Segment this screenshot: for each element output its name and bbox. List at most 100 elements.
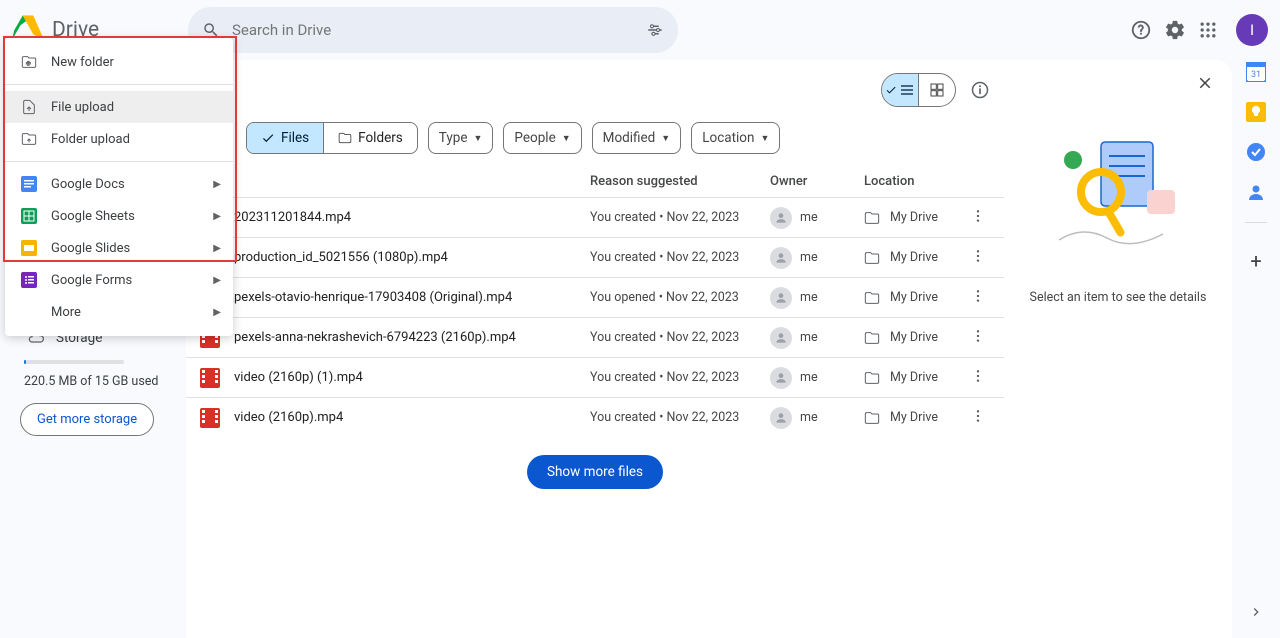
sheets-icon xyxy=(21,208,37,224)
search-input[interactable] xyxy=(232,21,634,39)
file-owner: me xyxy=(770,287,864,309)
file-row[interactable]: 202311201844.mp4 You created • Nov 22, 2… xyxy=(186,197,1004,237)
file-reason: You opened • Nov 22, 2023 xyxy=(590,290,770,305)
menu-label: Google Docs xyxy=(51,177,125,192)
more-actions-button[interactable] xyxy=(966,204,990,232)
more-actions-button[interactable] xyxy=(966,324,990,352)
person-icon xyxy=(774,291,788,305)
svg-text:31: 31 xyxy=(1251,70,1261,80)
search-options-icon[interactable] xyxy=(646,21,664,39)
file-owner: me xyxy=(770,247,864,269)
folders-chip[interactable]: Folders xyxy=(324,123,417,153)
file-row[interactable]: pexels-anna-nekrashevich-6794223 (2160p)… xyxy=(186,317,1004,357)
person-icon xyxy=(774,251,788,265)
more-vert-icon xyxy=(970,408,986,424)
gear-icon[interactable] xyxy=(1164,19,1186,41)
collapse-rail-button[interactable] xyxy=(1248,604,1264,624)
filter-row: ed Files Folders Type▼ People▼ Modified▼… xyxy=(186,112,1004,164)
menu-folder-upload[interactable]: Folder upload xyxy=(5,123,233,155)
folder-icon xyxy=(864,330,880,346)
chip-label: Folders xyxy=(358,130,403,146)
grid-view-button[interactable] xyxy=(919,74,955,106)
tasks-icon[interactable] xyxy=(1246,142,1266,162)
empty-state-illustration xyxy=(1053,130,1183,260)
search-bar[interactable] xyxy=(188,7,678,53)
help-icon[interactable] xyxy=(1130,19,1152,41)
menu-label: More xyxy=(51,305,81,320)
folder-icon xyxy=(864,210,880,226)
person-icon xyxy=(774,211,788,225)
calendar-icon[interactable]: 31 xyxy=(1246,62,1266,82)
folder-icon xyxy=(338,131,352,145)
close-details-button[interactable] xyxy=(1192,70,1218,100)
details-panel: Select an item to see the details xyxy=(1004,60,1232,638)
more-actions-button[interactable] xyxy=(966,244,990,272)
more-vert-icon xyxy=(970,248,986,264)
file-reason: You created • Nov 22, 2023 xyxy=(590,370,770,385)
grid-icon xyxy=(929,82,945,98)
get-addons-button[interactable]: + xyxy=(1250,249,1261,273)
file-reason: You created • Nov 22, 2023 xyxy=(590,410,770,425)
folder-icon xyxy=(864,290,880,306)
menu-new-folder[interactable]: New folder xyxy=(5,46,233,78)
people-filter[interactable]: People▼ xyxy=(503,122,581,154)
file-name: production_id_5021556 (1080p).mp4 xyxy=(234,250,590,265)
file-owner: me xyxy=(770,327,864,349)
menu-label: Folder upload xyxy=(51,132,130,147)
file-row[interactable]: video (2160p) (1).mp4 You created • Nov … xyxy=(186,357,1004,397)
menu-google-sheets[interactable]: Google Sheets ▶ xyxy=(5,200,233,232)
person-icon xyxy=(774,411,788,425)
more-vert-icon xyxy=(970,328,986,344)
view-controls xyxy=(881,73,990,107)
more-vert-icon xyxy=(970,208,986,224)
new-menu: New folder File upload Folder upload Goo… xyxy=(5,38,233,336)
menu-file-upload[interactable]: File upload xyxy=(5,91,233,123)
file-row[interactable]: pexels-otavio-henrique-17903408 (Origina… xyxy=(186,277,1004,317)
menu-google-docs[interactable]: Google Docs ▶ xyxy=(5,168,233,200)
type-filter[interactable]: Type▼ xyxy=(428,122,494,154)
keep-icon[interactable] xyxy=(1246,102,1266,122)
file-owner: me xyxy=(770,207,864,229)
folder-icon xyxy=(864,250,880,266)
search-icon xyxy=(202,21,220,39)
apps-icon[interactable] xyxy=(1198,20,1218,40)
menu-more[interactable]: More ▶ xyxy=(5,296,233,328)
show-more-button[interactable]: Show more files xyxy=(527,455,663,489)
close-icon xyxy=(1196,74,1214,92)
chevron-right-icon: ▶ xyxy=(213,307,221,318)
modified-filter[interactable]: Modified▼ xyxy=(592,122,682,154)
more-actions-button[interactable] xyxy=(966,404,990,432)
more-actions-button[interactable] xyxy=(966,364,990,392)
folder-icon xyxy=(864,370,880,386)
more-actions-button[interactable] xyxy=(966,284,990,312)
menu-label: New folder xyxy=(51,55,114,70)
get-more-storage-button[interactable]: Get more storage xyxy=(20,403,154,436)
person-icon xyxy=(774,331,788,345)
chevron-right-icon: ▶ xyxy=(213,211,221,222)
file-owner: me xyxy=(770,367,864,389)
file-location: My Drive xyxy=(864,410,966,426)
file-name: video (2160p).mp4 xyxy=(234,410,590,425)
chip-label: Files xyxy=(281,130,309,146)
menu-google-forms[interactable]: Google Forms ▶ xyxy=(5,264,233,296)
location-filter[interactable]: Location▼ xyxy=(691,122,780,154)
file-location: My Drive xyxy=(864,370,966,386)
info-icon[interactable] xyxy=(970,80,990,100)
header-reason: Reason suggested xyxy=(590,174,770,189)
header-actions: I xyxy=(1130,14,1268,46)
folder-upload-icon xyxy=(21,131,37,147)
list-view-button[interactable] xyxy=(882,74,918,106)
menu-label: Google Forms xyxy=(51,273,132,288)
files-chip[interactable]: Files xyxy=(247,123,323,153)
contacts-icon[interactable] xyxy=(1246,182,1266,202)
file-location: My Drive xyxy=(864,210,966,226)
file-row[interactable]: video (2160p).mp4 You created • Nov 22, … xyxy=(186,397,1004,437)
menu-divider xyxy=(5,84,233,85)
file-location: My Drive xyxy=(864,330,966,346)
file-row[interactable]: production_id_5021556 (1080p).mp4 You cr… xyxy=(186,237,1004,277)
chevron-right-icon xyxy=(1248,604,1264,620)
chevron-right-icon: ▶ xyxy=(213,243,221,254)
user-avatar[interactable]: I xyxy=(1236,14,1268,46)
menu-label: Google Slides xyxy=(51,241,130,256)
menu-google-slides[interactable]: Google Slides ▶ xyxy=(5,232,233,264)
